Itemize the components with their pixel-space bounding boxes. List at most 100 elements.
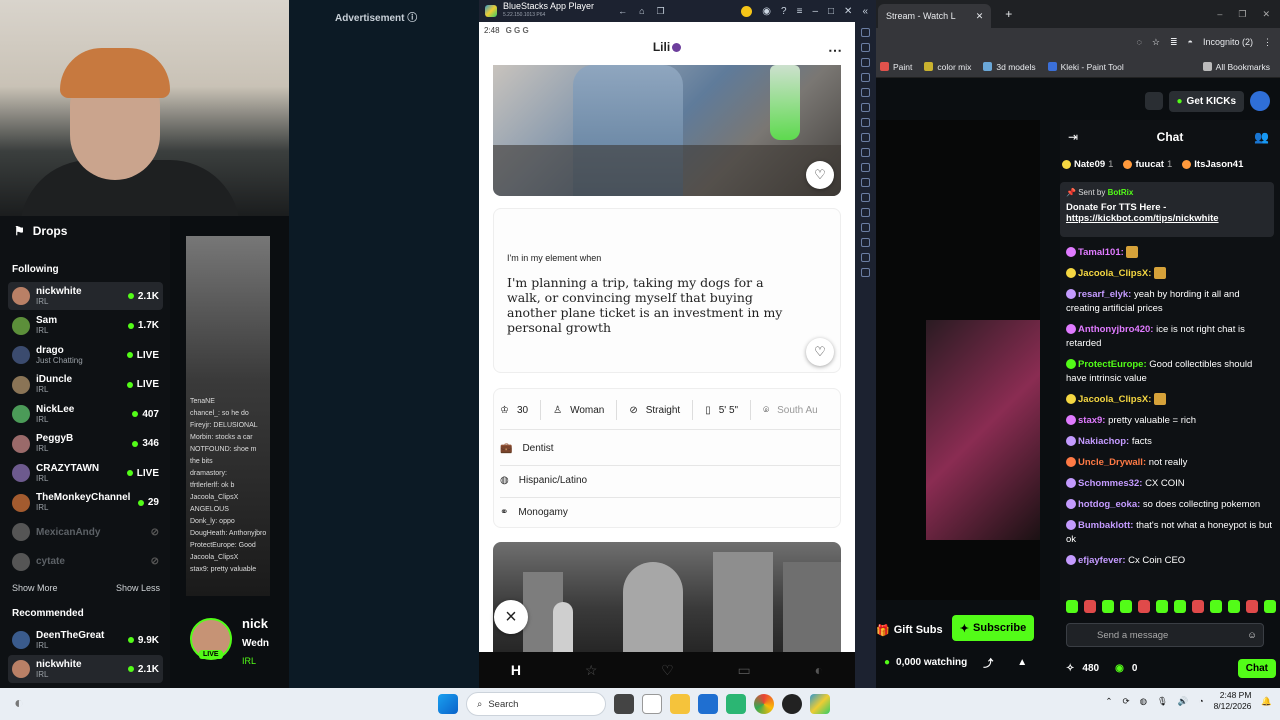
rotate-icon[interactable] (861, 148, 870, 157)
eye-off-icon[interactable]: ◌ (1137, 37, 1142, 47)
multi-instance-icon[interactable] (861, 253, 870, 262)
bookmark-item[interactable]: Kleki - Paint Tool (1047, 62, 1124, 72)
minimize-icon[interactable]: – (1217, 9, 1222, 20)
collapse-sidebar-icon[interactable]: « (862, 6, 868, 17)
more-icon[interactable] (861, 268, 870, 277)
chat-username[interactable]: Jacoola_ClipsX: (1078, 394, 1151, 405)
following-item[interactable]: CRAZYTAWN IRL LIVE (8, 459, 163, 487)
discover-tab-icon[interactable]: H (511, 662, 521, 678)
quick-emote-icon[interactable] (1120, 600, 1132, 613)
share-icon[interactable]: ⤴ (983, 655, 993, 670)
following-item[interactable]: TheMonkeyChannel IRL 29 (8, 489, 163, 517)
browser-menu-icon[interactable]: ⋮ (1263, 37, 1272, 48)
quick-emote-icon[interactable] (1210, 600, 1222, 613)
tray-sync-icon[interactable]: ⟳ (1123, 696, 1130, 707)
game-controls-icon[interactable] (861, 73, 870, 82)
likes-tab-icon[interactable]: ♡ (661, 662, 674, 679)
notification-icon[interactable]: 🔔 (1261, 696, 1272, 707)
skip-profile-button[interactable]: × (494, 600, 528, 634)
recommended-item[interactable]: DeenTheGreat IRL 9.9K (8, 626, 163, 654)
quick-emote-icon[interactable] (1264, 600, 1276, 613)
notepad-icon[interactable] (642, 694, 662, 714)
chrome-icon[interactable] (754, 694, 774, 714)
folder-icon[interactable] (861, 208, 870, 217)
chat-username[interactable]: Tamal101: (1078, 247, 1124, 258)
fullscreen-icon[interactable] (861, 28, 870, 37)
following-item[interactable]: PeggyB IRL 346 (8, 430, 163, 458)
tray-volume-icon[interactable]: 🔊 (1178, 696, 1189, 707)
back-icon[interactable]: ← (618, 6, 627, 17)
chat-username[interactable]: Schommes32: (1078, 478, 1142, 489)
record-icon[interactable] (861, 103, 870, 112)
chat-username[interactable]: ProtectEurope: (1078, 359, 1147, 370)
standouts-tab-icon[interactable]: ☆ (585, 662, 598, 679)
like-photo-button[interactable]: ♡ (806, 161, 834, 189)
subscribe-button[interactable]: ✦ Subscribe (952, 615, 1034, 641)
chat-username[interactable]: Nakiachop: (1078, 436, 1129, 447)
chat-username[interactable]: Anthonyjbro420: (1078, 324, 1153, 335)
quick-emote-icon[interactable] (1138, 600, 1150, 613)
chat-users-icon[interactable]: 👥 (1254, 130, 1269, 144)
taskbar-search[interactable]: ⌕ Search (466, 692, 606, 716)
report-icon[interactable]: ▲ (1017, 657, 1027, 668)
quick-emote-icon[interactable] (1066, 600, 1078, 613)
quick-emote-icon[interactable] (1174, 600, 1186, 613)
profile-tab-icon[interactable]: ◐ (815, 662, 823, 678)
chat-input[interactable]: Send a message ☺ (1066, 623, 1264, 647)
screenshot-icon[interactable] (861, 118, 870, 127)
quick-emote-icon[interactable] (1084, 600, 1096, 613)
emoji-icon[interactable]: ☺ (1247, 630, 1263, 641)
browser-tab[interactable]: Stream - Watch L ✕ (878, 4, 992, 28)
new-tab-icon[interactable]: + (1005, 7, 1012, 21)
sync-icon[interactable] (861, 238, 870, 247)
coin-icon[interactable] (741, 5, 753, 17)
close-window-icon[interactable]: ✕ (1262, 9, 1270, 20)
quick-emote-icon[interactable] (1192, 600, 1204, 613)
get-kicks-button[interactable]: ● Get KICKs (1168, 90, 1244, 112)
incognito-label[interactable]: Incognito (2) (1203, 37, 1253, 47)
library-icon[interactable] (1144, 92, 1163, 110)
maximize-icon[interactable]: □ (828, 6, 834, 17)
close-window-icon[interactable]: ✕ (844, 6, 852, 17)
more-options-icon[interactable]: ⋯ (828, 42, 842, 59)
tray-chevron-icon[interactable]: ⌃ (1105, 696, 1112, 707)
start-icon[interactable] (438, 694, 458, 714)
shake-icon[interactable] (861, 163, 870, 172)
install-apk-icon[interactable] (861, 193, 870, 202)
following-item[interactable]: drago Just Chatting LIVE (8, 341, 163, 369)
messages-tab-icon[interactable]: ▭ (738, 662, 751, 679)
user-avatar[interactable] (1250, 91, 1270, 111)
gift-subs-button[interactable]: 🎁 Gift Subs (876, 618, 943, 642)
tray-mic-icon[interactable]: 🎙 (1157, 696, 1168, 707)
chat-username[interactable]: stax9: (1078, 415, 1105, 426)
obs-icon[interactable] (782, 694, 802, 714)
help-icon[interactable]: ? (781, 6, 787, 17)
bookmark-item[interactable]: 3d models (983, 62, 1036, 72)
keyboard-icon[interactable] (861, 58, 870, 67)
media-icon[interactable]: ≣ (1170, 37, 1178, 48)
macro-icon[interactable] (861, 88, 870, 97)
tray-network-icon[interactable]: ◍ (1140, 696, 1147, 707)
following-item[interactable]: cytate ⊘ (8, 548, 163, 576)
following-item[interactable]: Sam IRL 1.7K (8, 312, 163, 340)
gifter-item[interactable]: Nate09 1 (1062, 156, 1113, 172)
following-item[interactable]: MexicanAndy ⊘ (8, 518, 163, 546)
menu-icon[interactable]: ≡ (797, 6, 803, 17)
bookmark-item[interactable]: Paint (880, 62, 912, 72)
chat-username[interactable]: Jacoola_ClipsX: (1078, 268, 1151, 279)
like-prompt-button[interactable]: ♡ (806, 338, 834, 366)
minimize-icon[interactable]: – (812, 6, 818, 17)
streamer-name[interactable]: nick (242, 616, 268, 631)
chat-username[interactable]: Bumbaklott: (1078, 520, 1133, 531)
eco-mode-icon[interactable] (861, 223, 870, 232)
chat-username[interactable]: resarf_elyk: (1078, 289, 1131, 300)
following-item[interactable]: iDuncle IRL LIVE (8, 371, 163, 399)
all-bookmarks-button[interactable]: All Bookmarks (1202, 62, 1280, 72)
media-manager-icon[interactable] (861, 133, 870, 142)
following-item[interactable]: NickLee IRL 407 (8, 400, 163, 428)
calculator-icon[interactable] (698, 694, 718, 714)
quick-emote-icon[interactable] (1228, 600, 1240, 613)
show-less-button[interactable]: Show Less (116, 583, 160, 593)
following-item[interactable]: nickwhite IRL 2.1K (8, 282, 163, 310)
volume-icon[interactable] (861, 43, 870, 52)
